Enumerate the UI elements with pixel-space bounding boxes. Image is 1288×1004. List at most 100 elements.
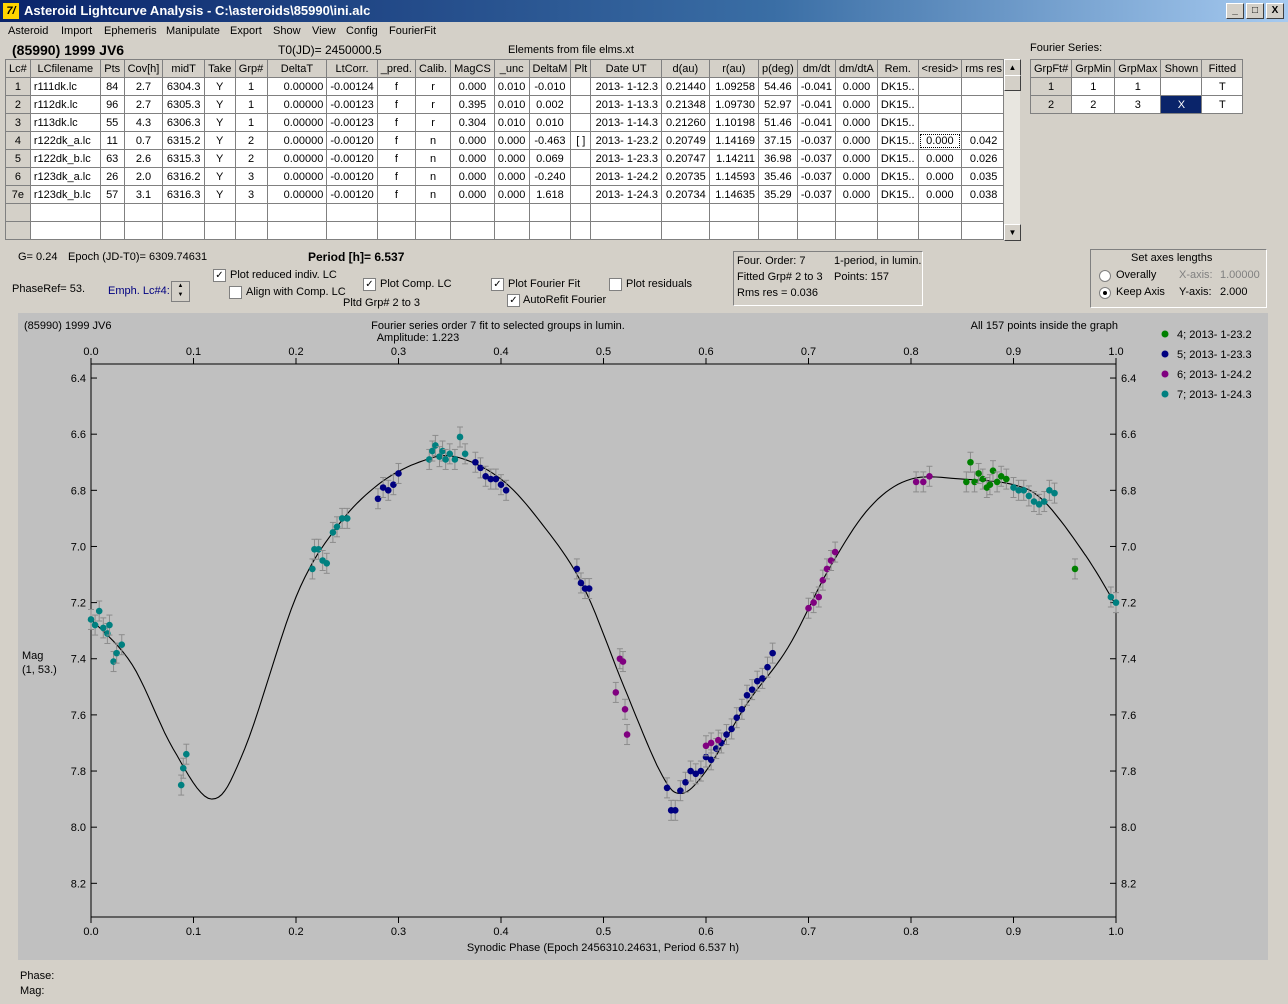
table-cell[interactable]: 0.000 [450,149,495,168]
table-cell[interactable] [961,113,1006,132]
table-cell[interactable] [234,221,268,240]
table-cell[interactable]: 6305.3 [162,95,205,114]
table-cell[interactable]: 2.7 [123,95,164,114]
menu-ephemeris[interactable]: Ephemeris [104,25,157,37]
table-cell[interactable] [590,221,663,240]
table-cell[interactable]: 0.20734 [661,185,710,204]
table-cell[interactable]: 0.00000 [266,149,328,168]
table-cell[interactable]: 11 [99,131,125,150]
table-cell[interactable]: DK15.. [876,113,919,132]
table-cell[interactable]: 0.000 [835,95,878,114]
table-cell[interactable] [414,203,452,222]
table-cell[interactable]: -0.00120 [326,167,378,186]
table-cell[interactable]: 0.000 [493,167,530,186]
table-cell[interactable] [528,203,572,222]
menu-asteroid[interactable]: Asteroid [8,25,48,37]
table-cell[interactable]: 1 [5,77,31,96]
table-cell[interactable]: 0.002 [528,95,572,114]
emph-spinner[interactable]: ▲ ▼ [171,281,190,302]
table-cell[interactable]: 1.14169 [708,131,759,150]
table-cell[interactable] [757,221,798,240]
table-cell[interactable] [757,203,798,222]
table-cell[interactable]: -0.463 [528,131,572,150]
table-cell[interactable]: 1 [234,113,268,132]
table-cell[interactable]: 4.3 [123,113,164,132]
table-cell[interactable]: n [414,185,452,204]
table-cell[interactable] [203,203,236,222]
table-cell[interactable]: 3 [5,113,31,132]
table-cell[interactable]: 0.21260 [661,113,710,132]
table-cell[interactable]: 0.010 [493,77,530,96]
table-cell[interactable]: 0.026 [961,149,1006,168]
menu-manipulate[interactable]: Manipulate [166,25,220,37]
table-cell[interactable]: DK15.. [876,131,919,150]
table-cell[interactable]: 0.000 [450,77,495,96]
table-cell[interactable]: Y [203,185,236,204]
table-cell[interactable] [29,221,101,240]
table-cell[interactable]: f [376,113,416,132]
table-row[interactable]: 3 r113dk.lc 55 4.3 6306.3 Y 1 0.00000 -0.00123 f r… [5,113,1006,132]
col-header[interactable]: Shown [1160,59,1203,78]
table-cell[interactable] [376,203,416,222]
scroll-thumb[interactable] [1004,75,1021,91]
scroll-up-icon[interactable]: ▲ [1004,59,1021,76]
table-cell[interactable]: 3.1 [123,185,164,204]
table-cell[interactable]: 1 [234,77,268,96]
col-header[interactable]: Pts [99,59,125,78]
table-cell[interactable] [570,203,592,222]
table-cell[interactable]: 0.000 [450,185,495,204]
table-cell[interactable]: 6304.3 [162,77,205,96]
table-cell[interactable]: -0.037 [796,131,837,150]
table-cell[interactable]: Y [203,167,236,186]
minimize-button[interactable]: _ [1226,3,1244,19]
table-cell[interactable] [266,203,328,222]
col-header[interactable]: r(au) [708,59,759,78]
table-row[interactable]: 5 r122dk_b.lc 63 2.6 6315.3 Y 2 0.00000 -0.00120… [5,149,1006,168]
table-cell[interactable]: 6315.2 [162,131,205,150]
col-header[interactable]: DeltaT [266,59,328,78]
table-cell[interactable]: 0.038 [961,185,1006,204]
table-cell[interactable]: 35.29 [757,185,798,204]
table-cell[interactable]: DK15.. [876,77,919,96]
col-header[interactable]: Rem. [876,59,919,78]
table-cell[interactable] [708,221,759,240]
table-cell[interactable]: 0.010 [493,95,530,114]
plot-fourier-checkbox[interactable]: ✓ [491,278,504,291]
table-cell[interactable]: 26 [99,167,125,186]
table-row[interactable]: 111T [1029,77,1244,96]
table-cell[interactable]: 63 [99,149,125,168]
col-header[interactable]: LtCorr. [326,59,378,78]
col-header[interactable]: p(deg) [757,59,798,78]
table-cell[interactable]: 0.21348 [661,95,710,114]
table-cell[interactable]: T [1201,95,1244,114]
table-cell[interactable]: Y [203,95,236,114]
table-cell[interactable] [123,203,164,222]
col-header[interactable]: rms res [961,59,1006,78]
table-cell[interactable]: 0.000 [450,167,495,186]
table-row[interactable]: 4 r122dk_a.lc 11 0.7 6315.2 Y 2 0.00000 -0.00120… [5,131,1006,150]
table-cell[interactable]: 2013- 1-12.3 [590,77,663,96]
table-cell[interactable]: 0.000 [493,149,530,168]
col-header[interactable]: Cov[h] [123,59,164,78]
table-row[interactable]: 2 r112dk.lc 96 2.7 6305.3 Y 1 0.00000 -0.00123 f r… [5,95,1006,114]
table-cell[interactable]: Y [203,77,236,96]
table-cell[interactable]: 6315.3 [162,149,205,168]
col-header[interactable]: _pred. [376,59,416,78]
table-cell[interactable]: 0.000 [917,167,963,186]
col-header[interactable]: dm/dt [796,59,837,78]
plot-reduced-checkbox[interactable]: ✓ [213,269,226,282]
table-cell[interactable]: -0.010 [528,77,572,96]
y-axis-value[interactable]: 2.000 [1220,286,1248,298]
table-cell[interactable]: Y [203,149,236,168]
table-cell[interactable]: [ ] [570,131,592,150]
table-cell[interactable] [917,221,963,240]
table-cell[interactable]: -0.041 [796,113,837,132]
spin-up-icon[interactable]: ▲ [172,282,189,291]
table-row[interactable]: 223XT [1029,95,1244,114]
maximize-button[interactable]: □ [1246,3,1264,19]
table-cell[interactable]: 0.000 [835,77,878,96]
col-header[interactable]: Fitted [1201,59,1244,78]
table-cell[interactable]: -0.00120 [326,185,378,204]
col-header[interactable]: Plt [570,59,592,78]
table-cell[interactable] [961,203,1006,222]
